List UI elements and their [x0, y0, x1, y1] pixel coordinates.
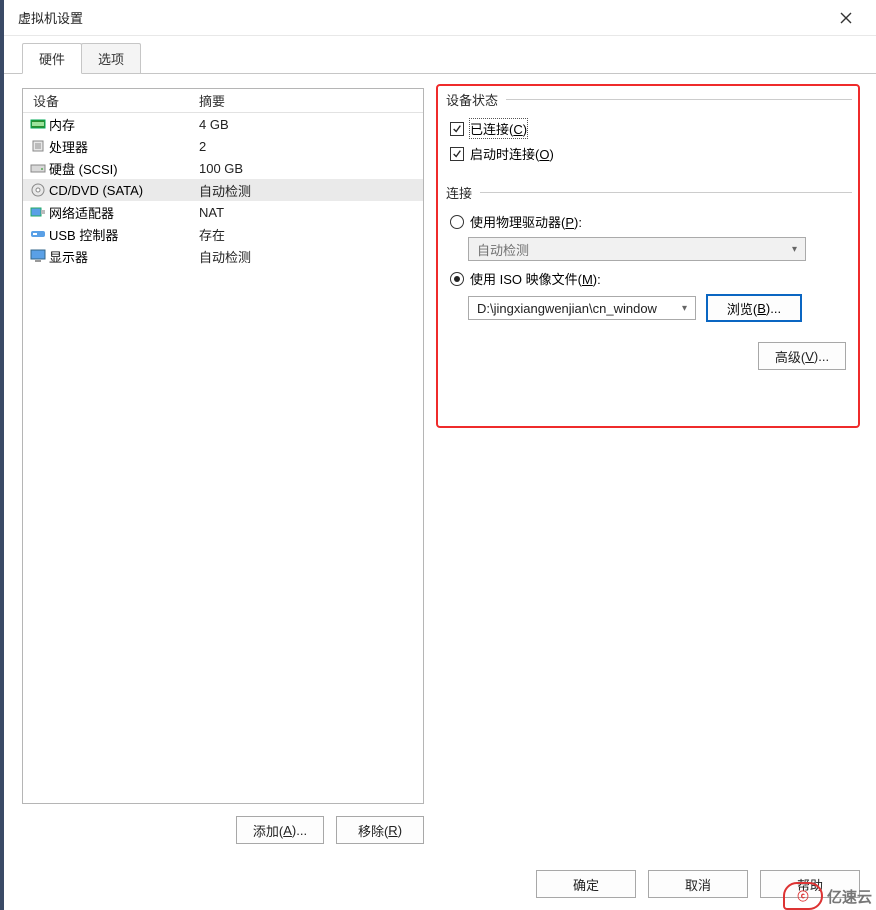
- row-summary: NAT: [199, 205, 423, 220]
- tabstrip: 硬件 选项: [4, 36, 876, 74]
- row-label: 网络适配器: [49, 203, 199, 222]
- close-button[interactable]: [826, 4, 866, 32]
- cpu-icon: [29, 139, 47, 153]
- connect-poweron-label: 启动时连接(O): [470, 144, 554, 163]
- row-summary: 自动检测: [199, 247, 423, 266]
- iso-input-row: D:\jingxiangwenjian\cn_window ▾ 浏览(B)...: [468, 294, 852, 322]
- add-button[interactable]: 添加(A)...: [236, 816, 324, 844]
- remove-label: 移除(: [358, 821, 388, 840]
- radio-icon: [450, 272, 464, 286]
- row-label: 显示器: [49, 247, 199, 266]
- right-panel: 设备状态 已连接(C) 启动时连接(O) 连接 使用物理驱动器(P): 自动检测: [440, 88, 858, 844]
- connect-poweron-checkbox-row[interactable]: 启动时连接(O): [450, 144, 852, 163]
- row-display[interactable]: 显示器 自动检测: [23, 245, 423, 267]
- ok-button[interactable]: 确定: [536, 870, 636, 898]
- dialog-footer: 确定 取消 帮助: [4, 870, 876, 898]
- left-panel: 设备 摘要 内存 4 GB 处理器 2: [22, 88, 424, 844]
- device-status-section: 设备状态 已连接(C) 启动时连接(O): [440, 88, 858, 163]
- row-summary: 自动检测: [199, 181, 423, 200]
- row-label: 内存: [49, 115, 199, 134]
- row-nic[interactable]: 网络适配器 NAT: [23, 201, 423, 223]
- tab-options[interactable]: 选项: [81, 43, 141, 73]
- content-area: 设备 摘要 内存 4 GB 处理器 2: [4, 74, 876, 854]
- tab-hardware[interactable]: 硬件: [22, 43, 82, 74]
- list-header: 设备 摘要: [23, 89, 423, 113]
- iso-path-value: D:\jingxiangwenjian\cn_window: [477, 301, 657, 316]
- header-device: 设备: [23, 91, 199, 110]
- row-label: 硬盘 (SCSI): [49, 159, 199, 178]
- connected-label: 已连接(C): [470, 119, 527, 138]
- device-list[interactable]: 设备 摘要 内存 4 GB 处理器 2: [22, 88, 424, 804]
- row-cd-dvd[interactable]: CD/DVD (SATA) 自动检测: [23, 179, 423, 201]
- connection-title: 连接: [446, 183, 852, 202]
- remove-mnemonic: R: [388, 823, 397, 838]
- row-label: USB 控制器: [49, 225, 199, 244]
- row-summary: 100 GB: [199, 161, 423, 176]
- cd-icon: [29, 183, 47, 197]
- cancel-button[interactable]: 取消: [648, 870, 748, 898]
- row-label: 处理器: [49, 137, 199, 156]
- row-label: CD/DVD (SATA): [49, 183, 199, 198]
- close-icon: [840, 12, 852, 24]
- titlebar: 虚拟机设置: [4, 0, 876, 36]
- left-buttons: 添加(A)... 移除(R): [22, 816, 424, 844]
- nic-icon: [29, 205, 47, 219]
- row-summary: 2: [199, 139, 423, 154]
- physical-drive-combo: 自动检测 ▾: [468, 237, 806, 261]
- add-label: 添加(: [253, 821, 283, 840]
- add-mnemonic: A: [283, 823, 292, 838]
- chevron-down-icon: ▾: [682, 303, 687, 314]
- browse-button[interactable]: 浏览(B)...: [706, 294, 802, 322]
- memory-icon: [29, 117, 47, 131]
- iso-path-combo[interactable]: D:\jingxiangwenjian\cn_window ▾: [468, 296, 696, 320]
- radio-icon: [450, 215, 464, 229]
- physical-combo-value: 自动检测: [477, 240, 529, 259]
- advanced-row: 高级(V)...: [446, 342, 852, 370]
- advanced-button[interactable]: 高级(V)...: [758, 342, 846, 370]
- row-memory[interactable]: 内存 4 GB: [23, 113, 423, 135]
- row-cpu[interactable]: 处理器 2: [23, 135, 423, 157]
- window-title: 虚拟机设置: [18, 8, 826, 27]
- help-button[interactable]: 帮助: [760, 870, 860, 898]
- hdd-icon: [29, 161, 47, 175]
- usb-icon: [29, 227, 47, 241]
- add-tail: )...: [292, 823, 307, 838]
- row-hdd[interactable]: 硬盘 (SCSI) 100 GB: [23, 157, 423, 179]
- row-summary: 存在: [199, 225, 423, 244]
- checkbox-icon: [450, 122, 464, 136]
- iso-label: 使用 ISO 映像文件(M):: [470, 269, 601, 288]
- settings-window: 虚拟机设置 硬件 选项 设备 摘要 内存 4 GB: [0, 0, 876, 910]
- chevron-down-icon: ▾: [792, 244, 797, 255]
- connection-section: 连接 使用物理驱动器(P): 自动检测 ▾ 使用 ISO 映像文件(M): D:…: [440, 181, 858, 370]
- header-summary: 摘要: [199, 91, 423, 110]
- connected-checkbox-row[interactable]: 已连接(C): [450, 119, 852, 138]
- row-usb[interactable]: USB 控制器 存在: [23, 223, 423, 245]
- display-icon: [29, 249, 47, 263]
- row-summary: 4 GB: [199, 117, 423, 132]
- physical-drive-label: 使用物理驱动器(P):: [470, 212, 582, 231]
- device-status-title: 设备状态: [446, 90, 852, 109]
- physical-drive-radio-row[interactable]: 使用物理驱动器(P):: [450, 212, 852, 231]
- iso-radio-row[interactable]: 使用 ISO 映像文件(M):: [450, 269, 852, 288]
- remove-tail: ): [398, 823, 402, 838]
- checkbox-icon: [450, 147, 464, 161]
- remove-button[interactable]: 移除(R): [336, 816, 424, 844]
- list-rows: 内存 4 GB 处理器 2 硬盘 (SCSI) 100 GB: [23, 113, 423, 267]
